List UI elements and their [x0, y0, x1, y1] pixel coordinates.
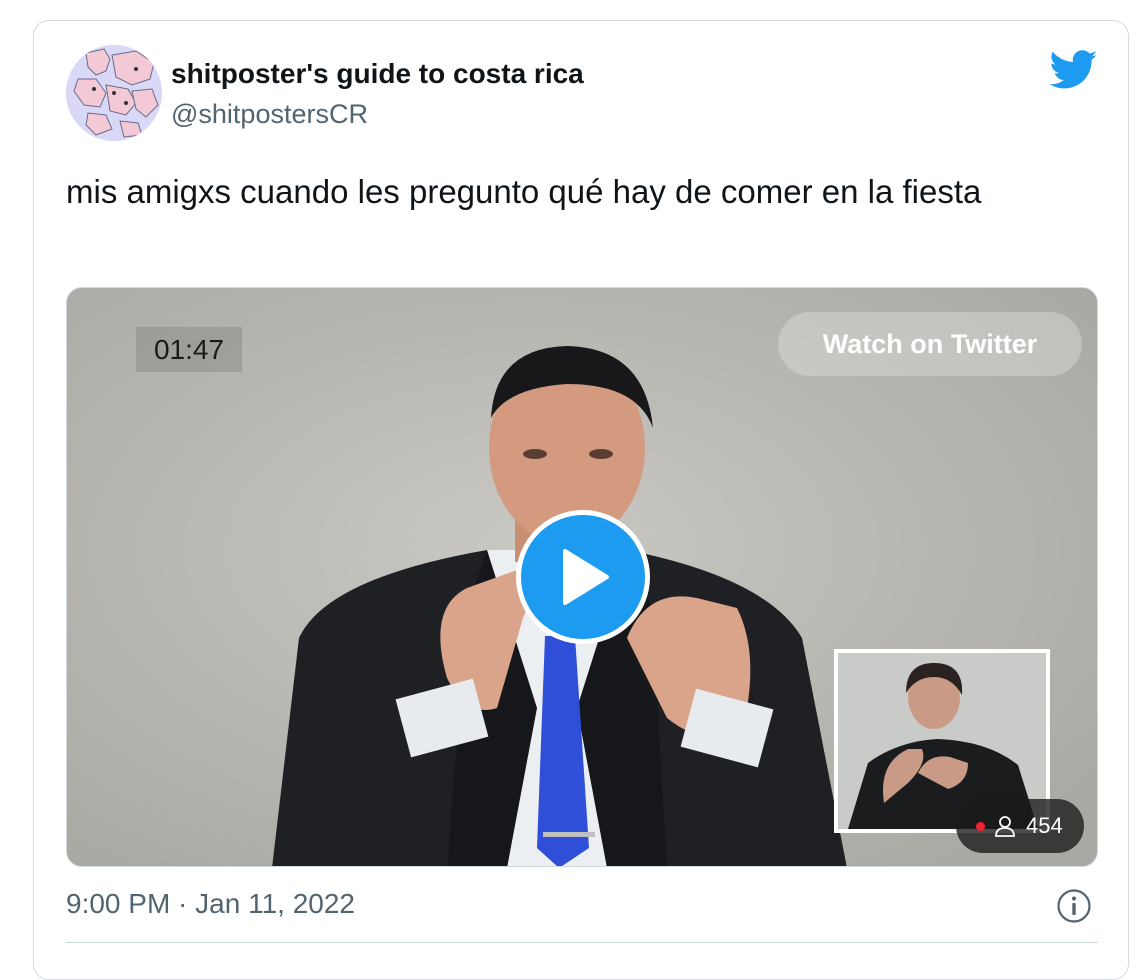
twitter-bird-icon[interactable]: [1049, 50, 1098, 90]
live-viewers-badge: 454: [956, 799, 1084, 853]
watch-on-twitter-button[interactable]: Watch on Twitter: [778, 312, 1082, 376]
video-player[interactable]: 01:47 Watch on Twitter 454: [66, 287, 1098, 867]
tweet-timestamp[interactable]: 9:00 PM · Jan 11, 2022: [66, 888, 355, 920]
person-icon: [995, 816, 1015, 837]
author-handle[interactable]: @shitpostersCR: [171, 99, 368, 130]
play-button[interactable]: [516, 510, 650, 644]
author-display-name[interactable]: shitposter's guide to costa rica: [171, 58, 584, 90]
viewer-count: 454: [1026, 813, 1063, 838]
video-timer: 01:47: [136, 327, 242, 372]
divider: [66, 942, 1098, 943]
info-icon[interactable]: [1056, 888, 1092, 924]
tweet-text: mis amigxs cuando les pregunto qué hay d…: [66, 173, 982, 210]
live-dot-icon: [976, 822, 985, 831]
play-icon: [563, 549, 609, 605]
avatar[interactable]: [66, 45, 162, 141]
